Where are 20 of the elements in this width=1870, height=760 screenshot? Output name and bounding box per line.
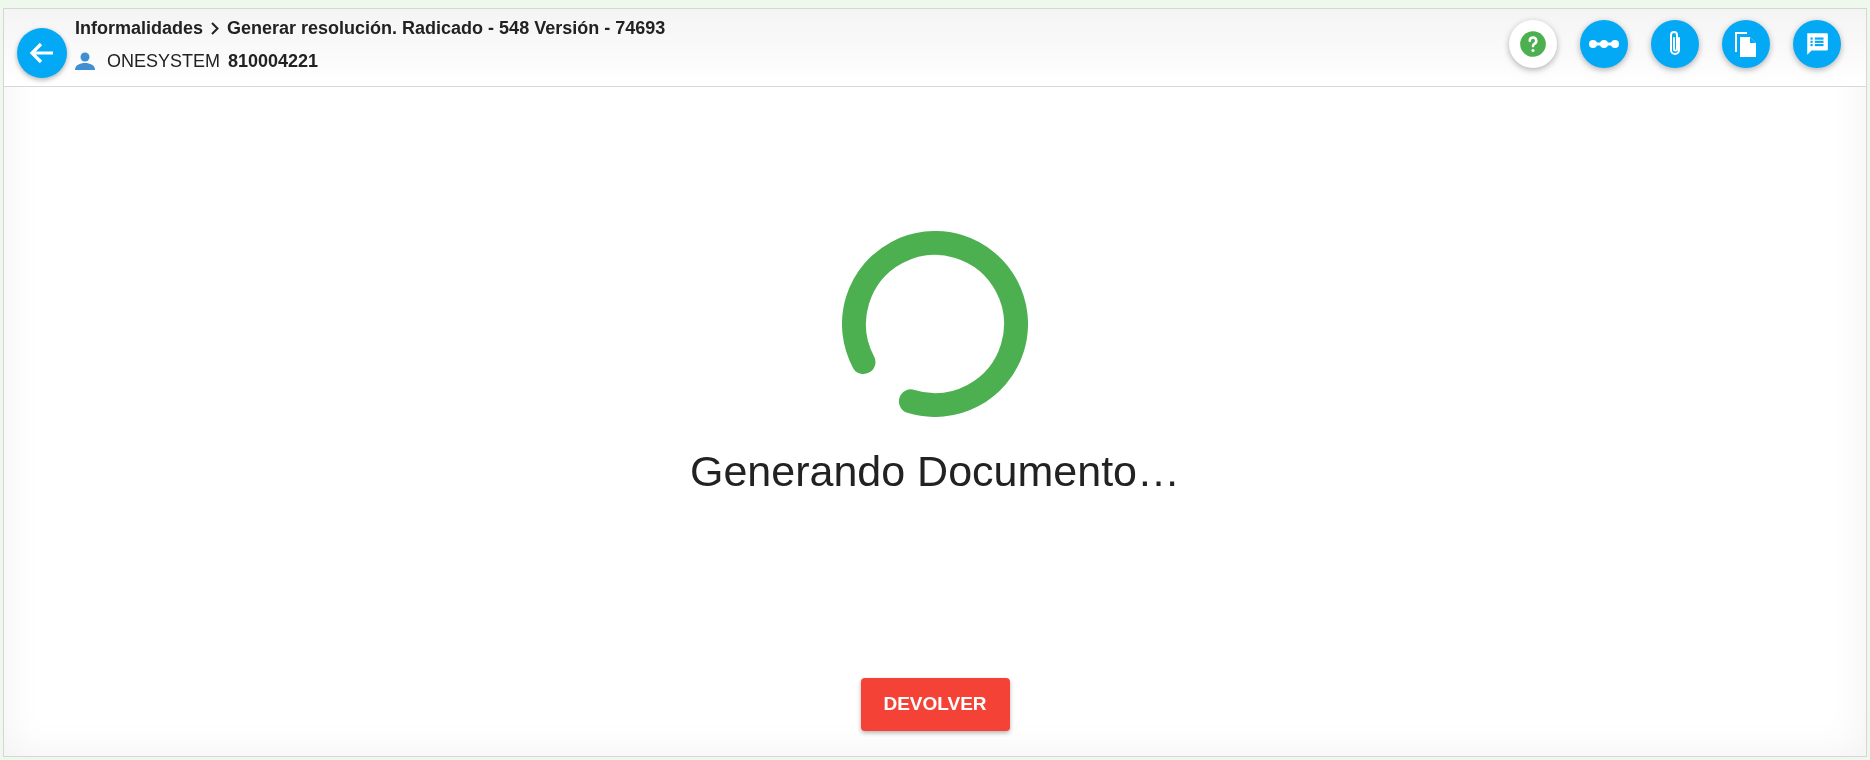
page-title: Generar resolución. Radicado - 548 Versión - 74693 bbox=[227, 16, 666, 40]
copy-button[interactable] bbox=[1722, 19, 1770, 68]
back-arrow-icon bbox=[29, 41, 55, 64]
help-button[interactable] bbox=[1509, 19, 1557, 68]
paperclip-icon bbox=[1667, 29, 1683, 58]
return-button[interactable]: DEVOLVER bbox=[860, 678, 1010, 731]
copy-icon bbox=[1733, 29, 1759, 58]
connected-dots-icon bbox=[1589, 38, 1619, 49]
user-icon bbox=[75, 52, 95, 70]
flow-button[interactable] bbox=[1580, 19, 1628, 68]
chevron-right-icon bbox=[211, 21, 220, 35]
attach-button[interactable] bbox=[1651, 19, 1699, 68]
comment-list-icon bbox=[1804, 30, 1830, 57]
user-name: ONESYSTEM bbox=[107, 49, 221, 73]
back-button[interactable] bbox=[17, 27, 67, 78]
breadcrumb-link[interactable]: Informalidades bbox=[75, 14, 204, 42]
status-message: Generando Documento… bbox=[690, 446, 1180, 497]
user-id: 810004221 bbox=[228, 49, 319, 73]
comments-button[interactable] bbox=[1793, 19, 1841, 68]
help-icon bbox=[1519, 29, 1547, 58]
